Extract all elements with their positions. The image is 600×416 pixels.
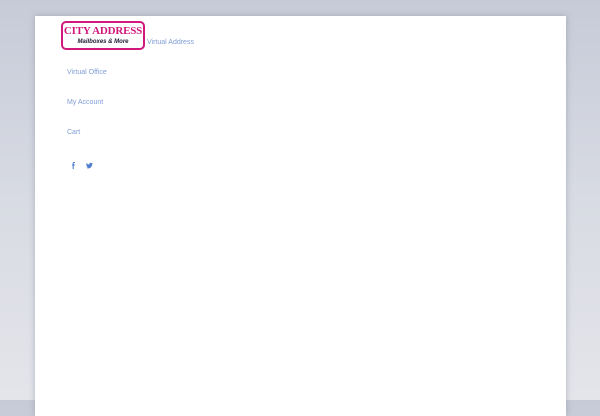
twitter-icon[interactable] (86, 162, 93, 169)
social-links (70, 162, 93, 169)
page-container: CITY ADDRESS Mailboxes & More Virtual Ad… (35, 16, 566, 416)
logo-subtitle: Mailboxes & More (77, 39, 129, 45)
site-logo[interactable]: CITY ADDRESS Mailboxes & More (61, 21, 145, 50)
logo-title: CITY ADDRESS (63, 25, 143, 37)
nav-link-virtual-office[interactable]: Virtual Office (67, 68, 107, 77)
nav-link-my-account[interactable]: My Account (67, 98, 103, 107)
nav-link-cart[interactable]: Cart (67, 128, 80, 137)
facebook-icon[interactable] (70, 162, 77, 169)
nav-link-virtual-address[interactable]: Virtual Address (147, 38, 194, 47)
